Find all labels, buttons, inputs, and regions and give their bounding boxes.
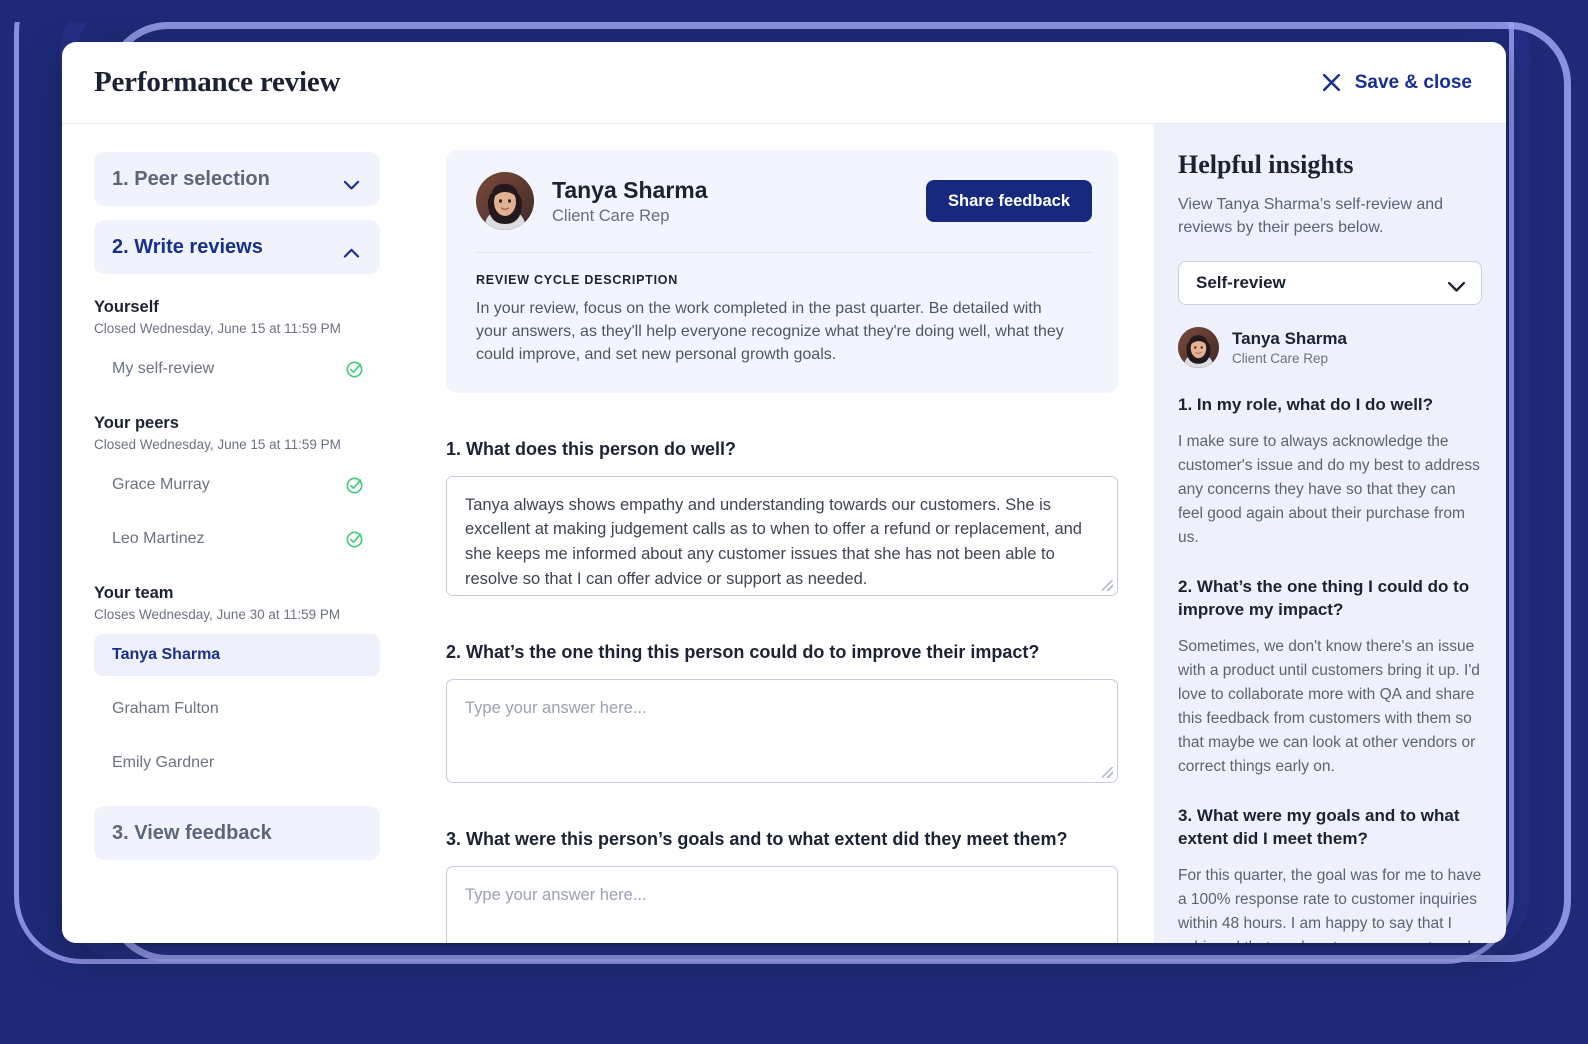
helpful-insights-panel: Helpful insights View Tanya Sharma’s sel… bbox=[1154, 124, 1506, 943]
insight-question-3: 3. What were my goals and to what extent… bbox=[1178, 806, 1460, 849]
reviewee-info: Tanya Sharma Client Care Rep bbox=[552, 177, 708, 226]
sidebar-group-deadline: Closed Wednesday, June 15 at 11:59 PM bbox=[94, 321, 341, 336]
sidebar: 1. Peer selection 2. Write reviews Yours… bbox=[62, 124, 412, 943]
reviewer-name: Tanya Sharma bbox=[1232, 329, 1347, 349]
question-2-field-wrap bbox=[446, 678, 1118, 783]
question-1-label: 1. What does this person do well? bbox=[446, 438, 737, 459]
review-form: Tanya Sharma Client Care Rep Share feedb… bbox=[412, 124, 1154, 943]
sidebar-item-tanya-sharma[interactable]: Tanya Sharma bbox=[94, 634, 380, 676]
sidebar-step-label: 2. Write reviews bbox=[112, 235, 263, 258]
close-icon bbox=[1321, 72, 1342, 93]
question-1-textarea[interactable] bbox=[446, 475, 1118, 596]
question-2-textarea[interactable] bbox=[446, 678, 1118, 783]
sidebar-person-label: Grace Murray bbox=[112, 476, 210, 493]
page-title: Performance review bbox=[94, 66, 341, 98]
sidebar-step-label: 1. Peer selection bbox=[112, 167, 270, 190]
save-and-close-button[interactable]: Save & close bbox=[1321, 72, 1472, 94]
sidebar-group-deadline: Closes Wednesday, June 30 at 11:59 PM bbox=[94, 607, 341, 622]
sidebar-person-label: Leo Martinez bbox=[112, 530, 205, 547]
save-and-close-label: Save & close bbox=[1354, 71, 1472, 93]
sidebar-person-label: Emily Gardner bbox=[112, 754, 215, 771]
divider bbox=[476, 252, 1092, 253]
sidebar-person-label: Tanya Sharma bbox=[112, 646, 221, 663]
sidebar-item-emily-gardner[interactable]: Emily Gardner bbox=[94, 742, 380, 784]
sidebar-item-grace-murray[interactable]: Grace Murray bbox=[94, 464, 380, 506]
sidebar-step-label: 3. View feedback bbox=[112, 821, 272, 844]
sidebar-group-title: Yourself bbox=[94, 298, 159, 316]
sidebar-group-yourself: Yourself Closed Wednesday, June 15 at 11… bbox=[94, 298, 380, 390]
review-cycle-description-label: REVIEW CYCLE DESCRIPTION bbox=[476, 273, 679, 287]
sidebar-group-your-team: Your team Closes Wednesday, June 30 at 1… bbox=[94, 584, 380, 784]
question-2-label: 2. What’s the one thing this person coul… bbox=[446, 641, 1040, 662]
insight-question-1: 1. In my role, what do I do well? bbox=[1178, 395, 1434, 415]
reviewer-row: Tanya Sharma Client Care Rep bbox=[1178, 327, 1482, 369]
reviewer-role: Client Care Rep bbox=[1232, 351, 1329, 367]
avatar bbox=[476, 172, 534, 230]
sidebar-group-title: Your team bbox=[94, 584, 174, 602]
insight-answer-3: For this quarter, the goal was for me to… bbox=[1178, 867, 1482, 943]
check-circle-icon bbox=[345, 530, 364, 549]
performance-review-modal: Performance review Save & close 1. Peer … bbox=[62, 42, 1506, 943]
background-mask bbox=[0, 0, 1588, 22]
reviewer-info: Tanya Sharma Client Care Rep bbox=[1232, 329, 1347, 366]
share-feedback-button[interactable]: Share feedback bbox=[926, 180, 1092, 222]
sidebar-step-write-reviews[interactable]: 2. Write reviews bbox=[94, 220, 380, 274]
reviewee-row: Tanya Sharma Client Care Rep Share feedb… bbox=[476, 172, 1092, 230]
question-3-field-wrap bbox=[446, 865, 1118, 943]
check-circle-icon bbox=[345, 360, 364, 379]
sidebar-person-label: My self-review bbox=[112, 360, 215, 377]
reviewee-name: Tanya Sharma bbox=[552, 176, 708, 203]
insights-title: Helpful insights bbox=[1178, 150, 1354, 179]
review-type-selected-value: Self-review bbox=[1196, 273, 1286, 293]
modal-header: Performance review Save & close bbox=[62, 42, 1506, 124]
insights-subtitle: View Tanya Sharma’s self-review and revi… bbox=[1178, 196, 1444, 237]
sidebar-group-deadline: Closed Wednesday, June 15 at 11:59 PM bbox=[94, 437, 341, 452]
question-3-label: 3. What were this person’s goals and to … bbox=[446, 828, 1068, 849]
sidebar-person-label: Graham Fulton bbox=[112, 700, 219, 717]
sidebar-step-peer-selection[interactable]: 1. Peer selection bbox=[94, 152, 380, 206]
avatar bbox=[1178, 327, 1219, 369]
sidebar-step-view-feedback[interactable]: 3. View feedback bbox=[94, 806, 380, 860]
modal-body: 1. Peer selection 2. Write reviews Yours… bbox=[62, 124, 1506, 943]
reviewee-role: Client Care Rep bbox=[552, 206, 670, 225]
sidebar-item-my-self-review[interactable]: My self-review bbox=[94, 348, 380, 390]
review-type-select[interactable]: Self-review bbox=[1178, 261, 1482, 306]
review-cycle-description-text: In your review, focus on the work comple… bbox=[476, 300, 1064, 364]
sidebar-group-your-peers: Your peers Closed Wednesday, June 15 at … bbox=[94, 414, 380, 560]
question-3-textarea[interactable] bbox=[446, 865, 1118, 943]
sidebar-item-leo-martinez[interactable]: Leo Martinez bbox=[94, 518, 380, 560]
insight-answer-2: Sometimes, we don't know there's an issu… bbox=[1178, 638, 1480, 776]
sidebar-item-graham-fulton[interactable]: Graham Fulton bbox=[94, 688, 380, 730]
chevron-down-icon bbox=[1447, 277, 1466, 292]
chevron-down-icon bbox=[343, 174, 360, 190]
chevron-up-icon bbox=[343, 242, 360, 258]
question-1-field-wrap bbox=[446, 475, 1118, 596]
insight-question-2: 2. What’s the one thing I could do to im… bbox=[1178, 577, 1470, 620]
sidebar-group-title: Your peers bbox=[94, 414, 179, 432]
reviewee-card: Tanya Sharma Client Care Rep Share feedb… bbox=[446, 150, 1118, 393]
insight-answer-1: I make sure to always acknowledge the cu… bbox=[1178, 433, 1480, 547]
check-circle-icon bbox=[345, 476, 364, 495]
